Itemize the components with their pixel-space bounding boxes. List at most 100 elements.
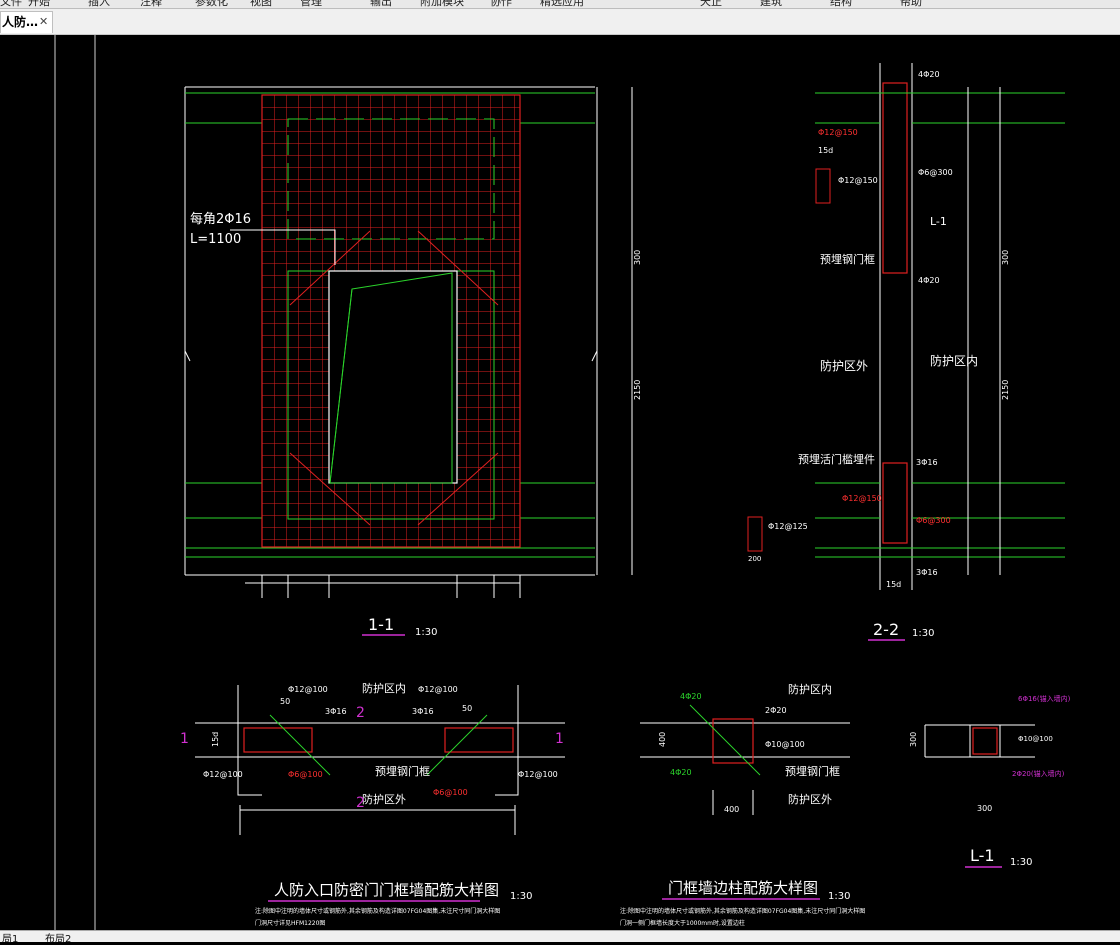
section-2-2: 4Φ20 Φ12@150 15d Φ12@150 Φ6@300 L-1 预埋钢门…: [747, 63, 1065, 641]
menu-item[interactable]: 附加模块: [420, 0, 464, 8]
frame-label: 预埋钢门框: [820, 252, 875, 266]
cut-mark: 2: [356, 705, 365, 721]
zone-label: 防护区外: [788, 792, 832, 806]
menu-item[interactable]: 帮助: [900, 0, 922, 8]
menu-item[interactable]: 插入: [88, 0, 110, 8]
rebar-label: Φ10@100: [1018, 735, 1053, 743]
dim-label: 50: [280, 697, 290, 706]
menu-item[interactable]: 建筑: [760, 0, 782, 8]
document-tab[interactable]: 人防… ✕: [0, 11, 53, 33]
rebar-label: 15d: [886, 580, 901, 589]
menu-item[interactable]: 视图: [250, 0, 272, 8]
dim-vertical: 300: [1001, 250, 1010, 265]
rebar-label: Φ6@300: [916, 516, 951, 525]
plan-title: 人防入口防密门门框墙配筋大样图: [274, 881, 499, 899]
zone-label: 防护区内: [788, 682, 832, 696]
beam-title: L-1: [970, 846, 995, 865]
rebar-label: Φ6@300: [918, 168, 953, 177]
rebar-label: Φ6@100: [288, 770, 323, 779]
section-1-1: 每角2Φ16 L=1100 300 2150 1-1 1:30: [184, 86, 642, 638]
plan-note: 门洞一侧门框墙长度大于1000mm时,设置边柱: [620, 919, 745, 927]
rebar-label: Φ12@125: [768, 522, 808, 531]
menu-item[interactable]: 开始: [28, 0, 50, 8]
dim-label: 200: [748, 555, 761, 563]
rebar-note: 每角2Φ16: [190, 211, 251, 227]
dim-label: 300: [909, 732, 918, 747]
rebar-label: Φ10@100: [765, 740, 805, 749]
beam-label: L-1: [930, 215, 947, 228]
section-scale: 1:30: [415, 627, 437, 638]
plan-title: 门框墙边柱配筋大样图: [668, 879, 818, 897]
plan-door-frame-wall: 防护区内 防护区外 Φ12@100 Φ12@100 50 50 3Φ16 3Φ1…: [180, 681, 565, 927]
plan-note: 注:除图中注明的墙体尺寸或钢筋外,其余钢筋及构造详图07FG04图集,未注尺寸同…: [620, 907, 865, 915]
dim-label: 300: [977, 804, 992, 813]
rebar-label: 3Φ16: [916, 568, 938, 577]
frame-label: 预埋钢门框: [785, 764, 840, 778]
dim-label: 15d: [211, 732, 220, 747]
plan-note: 门洞尺寸详见HFM1220图: [255, 919, 325, 927]
zone-label: 防护区内: [930, 353, 978, 368]
menu-item[interactable]: 文件: [0, 0, 22, 8]
zone-label: 防护区外: [820, 358, 868, 373]
section-scale: 1:30: [912, 628, 934, 639]
rebar-label: 4Φ20: [680, 692, 702, 701]
rebar-label: 4Φ20: [670, 768, 692, 777]
rebar-label: 6Φ16(锚入墙内): [1018, 694, 1071, 703]
rebar-label: Φ12@150: [818, 128, 858, 137]
cad-drawing: 每角2Φ16 L=1100 300 2150 1-1 1:30 4Φ20 Φ12…: [54, 35, 1071, 930]
beam-scale: 1:30: [1010, 857, 1032, 868]
dim-vertical: 300: [633, 250, 642, 265]
plan-side-column: 防护区内 防护区外 4Φ20 2Φ20 Φ10@100 4Φ20 预埋钢门框 4…: [620, 682, 865, 927]
dim-label: 50: [462, 704, 472, 713]
drawing-canvas[interactable]: 每角2Φ16 L=1100 300 2150 1-1 1:30 4Φ20 Φ12…: [0, 35, 1120, 930]
plate-label: 预埋活门槛埋件: [798, 452, 875, 466]
dim-vertical: 2150: [1001, 380, 1010, 400]
beam-l1-detail: 6Φ16(锚入墙内) Φ10@100 2Φ20(锚入墙内) 300 300 L-…: [909, 694, 1071, 868]
cut-mark: 2: [356, 795, 365, 811]
zone-label: 防护区外: [362, 792, 406, 806]
section-title: 2-2: [873, 620, 899, 639]
rebar-label: Φ12@150: [842, 494, 882, 503]
zone-label: 防护区内: [362, 681, 406, 695]
rebar-label: 3Φ16: [916, 458, 938, 467]
menu-item[interactable]: 精选应用: [540, 0, 584, 8]
layout-tabbar: 局1 布局2: [0, 930, 1120, 945]
rebar-length: L=1100: [190, 232, 241, 247]
plan-scale: 1:30: [828, 891, 850, 902]
section-title: 1-1: [368, 615, 394, 634]
cut-mark: 1: [180, 731, 189, 747]
dim-vertical: 2150: [633, 380, 642, 400]
rebar-label: Φ12@100: [518, 770, 558, 779]
rebar-label: 3Φ16: [412, 707, 434, 716]
rebar-label: 2Φ20(锚入墙内): [1012, 769, 1065, 778]
rebar-label: 4Φ20: [918, 70, 940, 79]
menu-item[interactable]: 管理: [300, 0, 322, 8]
frame-label: 预埋钢门框: [375, 764, 430, 778]
menu-item[interactable]: 结构: [830, 0, 852, 8]
rebar-label: Φ6@100: [433, 788, 468, 797]
rebar-label: Φ12@100: [203, 770, 243, 779]
document-tab-title: 人防…: [2, 15, 39, 29]
layout-tab[interactable]: 布局2: [45, 930, 71, 945]
menu-item[interactable]: 天正: [700, 0, 722, 8]
menu-item[interactable]: 参数化: [195, 0, 228, 8]
dim-label: 400: [658, 732, 667, 747]
layout-tab[interactable]: 局1: [2, 930, 18, 945]
rebar-label: 15d: [818, 146, 833, 155]
rebar-label: Φ12@100: [288, 685, 328, 694]
rebar-label: Φ12@150: [838, 176, 878, 185]
plan-note: 注:除图中注明的墙体尺寸或钢筋外,其余钢筋及构造详图07FG04图集,未注尺寸同…: [255, 907, 500, 915]
rebar-label: 4Φ20: [918, 276, 940, 285]
dim-label: 400: [724, 805, 739, 814]
plan-scale: 1:30: [510, 891, 532, 902]
rebar-label: 3Φ16: [325, 707, 347, 716]
cut-mark: 1: [555, 731, 564, 747]
ribbon-menubar: 文件 开始 插入 注释 参数化 视图 管理 输出 附加模块 协作 精选应用 天正…: [0, 0, 1120, 9]
menu-item[interactable]: 输出: [370, 0, 392, 8]
rebar-label: Φ12@100: [418, 685, 458, 694]
menu-item[interactable]: 协作: [490, 0, 512, 8]
rebar-label: 2Φ20: [765, 706, 787, 715]
close-icon[interactable]: ✕: [39, 12, 48, 32]
document-tabbar: 人防… ✕: [0, 9, 1120, 35]
menu-item[interactable]: 注释: [140, 0, 162, 8]
